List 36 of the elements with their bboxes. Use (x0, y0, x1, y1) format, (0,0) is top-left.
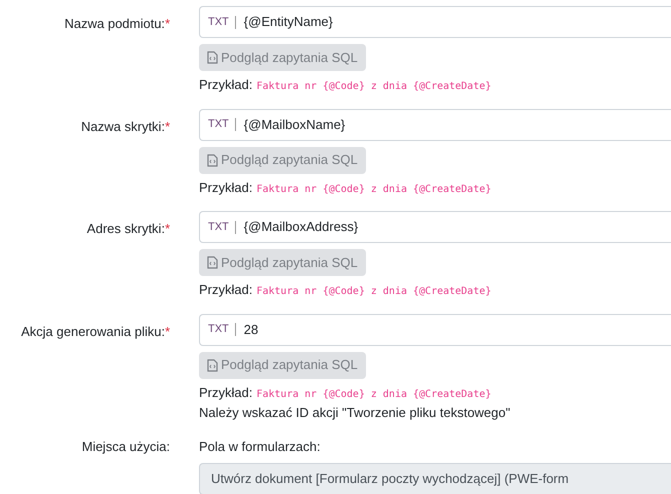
required-mark: * (164, 220, 170, 238)
type-tag: TXT (200, 220, 236, 234)
field-label: Miejsca użycia: (82, 438, 170, 456)
input-value: {@MailboxName} (242, 116, 346, 134)
field-label: Nazwa skrytki: (81, 118, 165, 136)
required-mark: * (164, 15, 170, 33)
example-label: Przykład: (199, 384, 252, 402)
input-value: 28 (242, 320, 258, 339)
section-subtitle: Pola w formularzach: (199, 438, 322, 456)
field-label: Adres skrytki: (86, 220, 165, 238)
hint-text: Należy wskazać ID akcji "Tworzenie pliku tekstowego" (199, 404, 512, 422)
text-input[interactable]: TXT 28 (199, 314, 671, 346)
file-code-icon (207, 358, 218, 372)
required-mark: * (164, 118, 170, 136)
text-input[interactable]: TXT {@MailboxName} (199, 108, 671, 140)
type-tag: TXT (200, 118, 236, 131)
example-code: Faktura nr {@Code} z dnia {@CreateDate} (256, 80, 492, 94)
example-label: Przykład: (199, 281, 252, 299)
type-tag: TXT (200, 323, 236, 336)
input-value: {@EntityName} (242, 13, 333, 32)
example-code: Faktura nr {@Code} z dnia {@CreateDate} (256, 182, 492, 196)
field-label: Akcja generowania pliku: (21, 322, 165, 341)
file-code-icon (207, 256, 218, 269)
text-input[interactable]: TXT {@MailboxAddress} (199, 211, 671, 243)
field-label: Nazwa podmiotu: (64, 15, 165, 33)
usage-item: Utwórz dokument [Formularz poczty wychodzącej] (PWE-form (199, 463, 671, 494)
example-code: Faktura nr {@Code} z dnia {@CreateDate} (256, 285, 492, 299)
text-input[interactable]: TXT {@EntityName} (199, 6, 671, 38)
example-label: Przykład: (199, 76, 252, 94)
input-value: {@MailboxAddress} (242, 218, 358, 236)
file-code-icon (207, 154, 218, 166)
file-code-icon (207, 51, 218, 64)
example-code: Faktura nr {@Code} z dnia {@CreateDate} (256, 388, 492, 402)
required-mark: * (164, 322, 170, 340)
example-label: Przykład: (199, 178, 252, 197)
type-tag: TXT (200, 16, 236, 28)
